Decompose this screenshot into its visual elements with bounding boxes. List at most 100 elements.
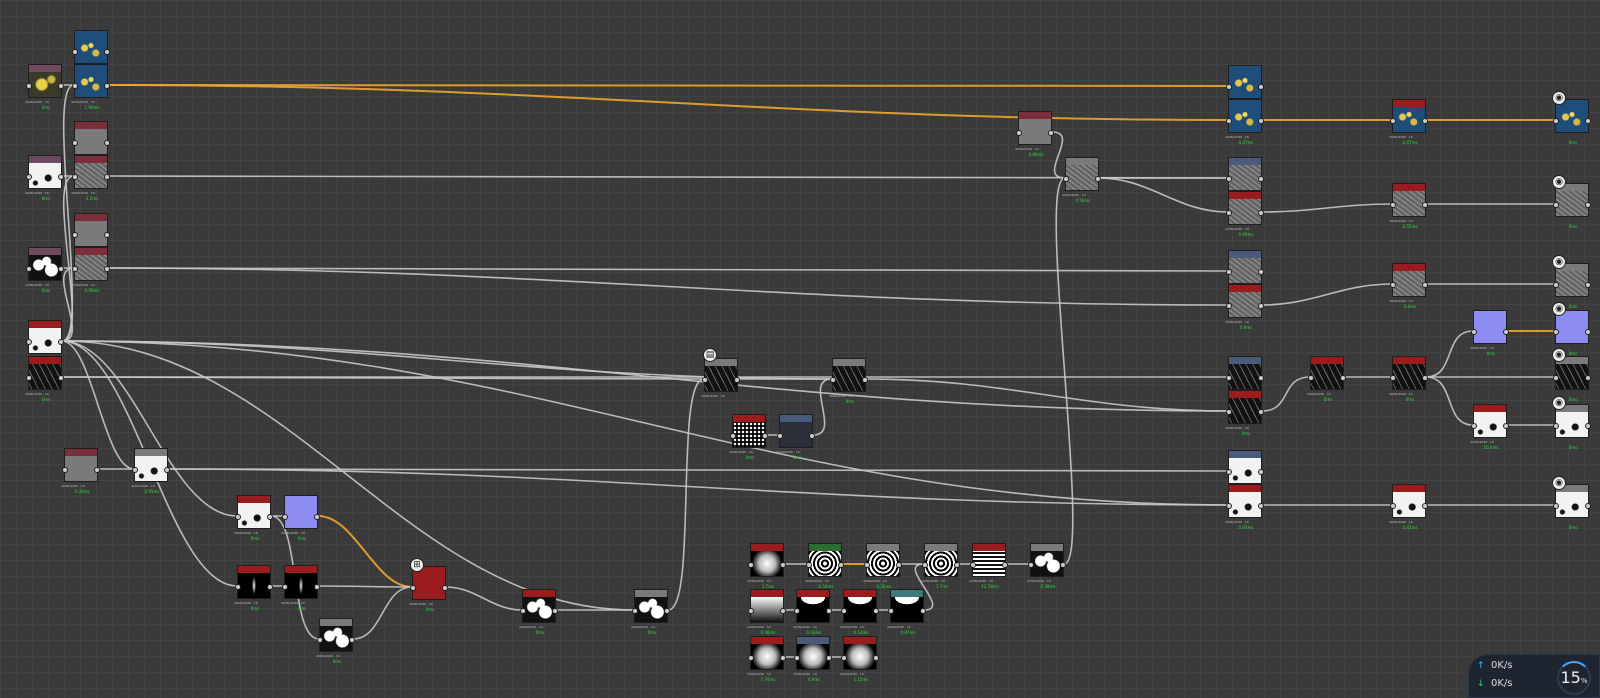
graph-node-e1[interactable]: 4096x4096 · 16 0.34ms [61, 448, 100, 494]
input-port[interactable] [26, 339, 32, 345]
output-port[interactable] [809, 433, 815, 439]
output-port[interactable] [349, 637, 355, 643]
input-port[interactable] [1390, 118, 1396, 124]
output-port[interactable] [104, 232, 110, 238]
output-port[interactable] [267, 584, 273, 590]
output-port[interactable] [920, 608, 926, 614]
input-port[interactable] [62, 467, 68, 473]
input-port[interactable] [235, 514, 241, 520]
graph-node-c3[interactable]: 4096x4096 · 16 0.90ms [71, 247, 110, 293]
output-port[interactable] [1258, 409, 1264, 415]
output-port[interactable] [58, 339, 64, 345]
input-port[interactable] [132, 467, 138, 473]
output-badge-icon[interactable]: ▤ [703, 348, 717, 362]
output-port[interactable] [1585, 202, 1591, 208]
input-port[interactable] [841, 608, 847, 614]
graph-node-m1[interactable]: 4096x4096 · 16 [701, 358, 740, 398]
input-port[interactable] [72, 266, 78, 272]
output-port[interactable] [734, 377, 740, 383]
input-port[interactable] [72, 174, 78, 180]
graph-node-q2[interactable]: 4096x4096 · 16 0.55ms [1389, 183, 1428, 229]
graph-node-d2[interactable]: 4096x4096 · 16 0ms [25, 356, 64, 402]
graph-node-g3[interactable]: 4096x4096 · 16 0ms [316, 618, 355, 664]
graph-node-h1[interactable]: 4096x4096 · 16 0ms [519, 589, 558, 635]
graph-node-m4[interactable]: 4096x4096 · 16 0ms [776, 414, 815, 460]
output-port[interactable] [838, 562, 844, 568]
output-port[interactable] [1585, 282, 1591, 288]
input-port[interactable] [1308, 375, 1314, 381]
input-port[interactable] [841, 655, 847, 661]
input-port[interactable] [26, 375, 32, 381]
output-port[interactable] [664, 608, 670, 614]
input-port[interactable] [922, 562, 928, 568]
output-port[interactable] [1258, 303, 1264, 309]
output-port[interactable] [1258, 210, 1264, 216]
output-port[interactable] [954, 562, 960, 568]
output-port[interactable] [762, 433, 768, 439]
output-port[interactable] [58, 375, 64, 381]
input-port[interactable] [748, 608, 754, 614]
output-port[interactable] [1258, 469, 1264, 475]
output-port[interactable] [1585, 329, 1591, 335]
output-port[interactable] [826, 655, 832, 661]
output-port[interactable] [1422, 375, 1428, 381]
input-port[interactable] [1390, 202, 1396, 208]
input-port[interactable] [806, 562, 812, 568]
input-port[interactable] [317, 637, 323, 643]
graph-node-m3[interactable]: 4096x4096 · 16 0ms [729, 414, 768, 460]
input-port[interactable] [1226, 210, 1232, 216]
input-port[interactable] [1226, 176, 1232, 182]
input-port[interactable] [1471, 329, 1477, 335]
input-port[interactable] [235, 584, 241, 590]
output-port[interactable] [442, 585, 448, 591]
output-port[interactable] [826, 608, 832, 614]
input-port[interactable] [1028, 562, 1034, 568]
output-port[interactable] [1258, 84, 1264, 90]
input-port[interactable] [830, 377, 836, 383]
graph-node-t4[interactable]: 4096x4096 · 16 0.87ms [887, 589, 926, 635]
input-port[interactable] [410, 585, 416, 591]
input-port[interactable] [1226, 469, 1232, 475]
output-badge-icon[interactable]: ◉ [1552, 396, 1566, 410]
input-port[interactable] [1553, 375, 1559, 381]
output-port[interactable] [1585, 503, 1591, 509]
output-port[interactable] [1095, 176, 1101, 182]
output-port[interactable] [1585, 118, 1591, 124]
output-port[interactable] [1422, 118, 1428, 124]
input-port[interactable] [282, 584, 288, 590]
input-port[interactable] [702, 377, 708, 383]
input-port[interactable] [1390, 503, 1396, 509]
graph-node-a2[interactable] [72, 30, 110, 64]
graph-node-f1[interactable]: 4096x4096 · 16 0ms [234, 495, 273, 541]
graph-node-r10[interactable]: 4096x4096 · 16 0.95ms [1225, 484, 1264, 530]
output-port[interactable] [1048, 130, 1054, 136]
input-port[interactable] [888, 608, 894, 614]
graph-node-r6[interactable]: 4096x4096 · 16 0.9ms [1225, 284, 1264, 330]
graph-node-s4[interactable]: 4096x4096 · 16 1.7ms [921, 543, 960, 589]
graph-node-u3[interactable]: 4096x4096 · 16 1.15ms [840, 636, 879, 682]
input-port[interactable] [1226, 118, 1232, 124]
graph-node-u2[interactable]: 4096x4096 · 16 4.9ms [793, 636, 832, 682]
output-port[interactable] [94, 467, 100, 473]
output-port[interactable] [780, 562, 786, 568]
input-port[interactable] [777, 433, 783, 439]
output-port[interactable] [552, 608, 558, 614]
graph-node-q4[interactable]: 4096x4096 · 16 0ms [1307, 356, 1346, 402]
input-port[interactable] [864, 562, 870, 568]
input-port[interactable] [282, 514, 288, 520]
input-port[interactable] [1226, 84, 1232, 90]
input-port[interactable] [26, 266, 32, 272]
graph-node-p2[interactable]: 4096x4096 · 16 0.56ms [1062, 157, 1101, 203]
graph-node-a3[interactable]: 4096x4096 · 16 1.90ms [71, 64, 110, 110]
graph-node-e2[interactable]: 4096x4096 · 16 0.95ms [131, 448, 170, 494]
output-port[interactable] [104, 49, 110, 55]
graph-node-n1[interactable]: 4096x4096 · 16 0ms [1470, 310, 1509, 356]
input-port[interactable] [1226, 303, 1232, 309]
input-port[interactable] [794, 655, 800, 661]
input-port[interactable] [1390, 282, 1396, 288]
output-port[interactable] [58, 266, 64, 272]
graph-node-r7[interactable] [1226, 356, 1264, 390]
output-port[interactable] [104, 83, 110, 89]
output-port[interactable] [1503, 329, 1509, 335]
graph-node-s1[interactable]: 4096x4096 · 16 1.7ms [747, 543, 786, 589]
